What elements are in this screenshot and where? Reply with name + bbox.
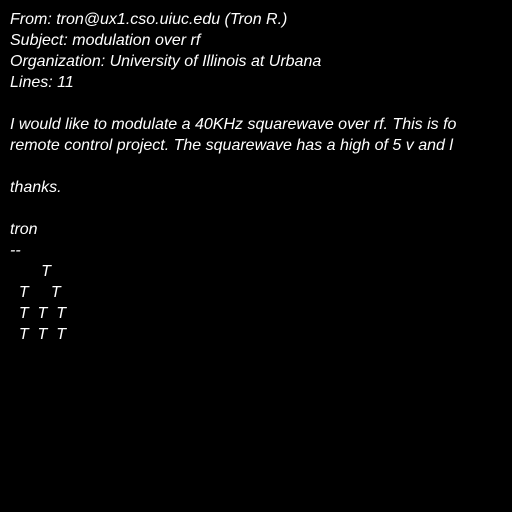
ascii-art-line: T T <box>10 284 61 301</box>
organization-header: Organization: University of Illinois at … <box>10 53 322 70</box>
ascii-art-line: T T T <box>10 305 66 322</box>
organization-line-clip: Organization: University of Illinois at … <box>10 52 360 72</box>
lines-header: Lines: 11 <box>10 74 74 91</box>
ascii-art-line: T <box>10 263 51 280</box>
body-paragraph-line-1: I would like to modulate a 40KHz squarew… <box>10 116 457 133</box>
from-line-clip: From: tron@ux1.cso.uiuc.edu (Tron R.) <box>10 10 328 30</box>
from-header: From: tron@ux1.cso.uiuc.edu (Tron R.) <box>10 11 288 28</box>
ascii-art-line: T T T <box>10 326 66 343</box>
body-paragraph-line-2: remote control project. The squarewave h… <box>10 137 453 154</box>
closing-text: thanks. <box>10 179 62 196</box>
subject-line-clip: Subject: modulation over rf <box>10 31 228 51</box>
signature-name: tron <box>10 221 38 238</box>
subject-header: Subject: modulation over rf <box>10 32 201 49</box>
signature-separator: -- <box>10 242 21 259</box>
email-message-view: From: tron@ux1.cso.uiuc.edu (Tron R.) Su… <box>0 0 512 512</box>
